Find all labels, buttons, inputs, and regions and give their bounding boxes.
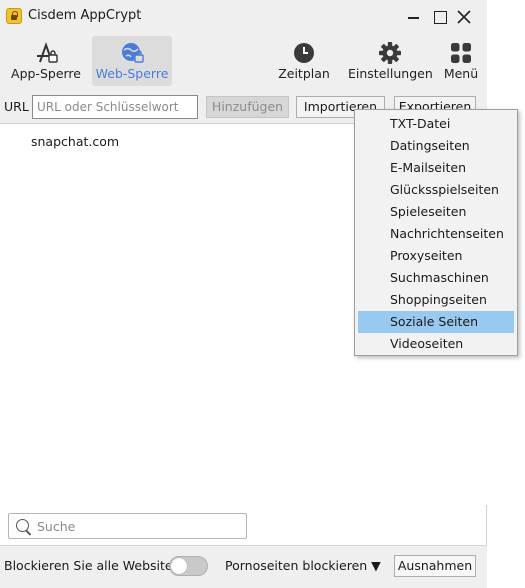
globe-lock-icon — [122, 43, 144, 63]
app-lock-icon — [6, 8, 22, 24]
menu-item-video[interactable]: Videoseiten — [358, 333, 514, 355]
search-input[interactable]: Suche — [8, 513, 247, 539]
menu-item-search-engines[interactable]: Suchmaschinen — [358, 267, 514, 289]
menu-item-txt-file[interactable]: TXT-Datei — [358, 113, 514, 135]
porn-block-dropdown[interactable]: Pornoseiten blockieren ▼ — [225, 558, 381, 573]
exceptions-button[interactable]: Ausnahmen — [394, 555, 476, 577]
menu-item-gambling[interactable]: Glücksspielseiten — [358, 179, 514, 201]
url-input[interactable] — [32, 95, 198, 119]
import-menu: TXT-Datei Datingseiten E-Mailseiten Glüc… — [354, 109, 518, 356]
url-label: URL — [4, 99, 29, 114]
bottom-bar: Blockieren Sie alle Websites Pornoseiten… — [0, 545, 487, 588]
tab-settings[interactable]: Einstellungen — [348, 36, 433, 86]
toolbar: App-Sperre Web-Sperre Zeitplan Einstellu… — [0, 34, 487, 88]
menu-item-games[interactable]: Spieleseiten — [358, 201, 514, 223]
tab-schedule-label: Zeitplan — [278, 66, 330, 81]
list-item[interactable]: snapchat.com — [31, 134, 119, 149]
block-all-toggle[interactable] — [169, 556, 208, 576]
toggle-knob — [171, 558, 187, 574]
menu-item-shopping[interactable]: Shoppingseiten — [358, 289, 514, 311]
tab-web-block[interactable]: Web-Sperre — [92, 36, 172, 86]
close-icon — [457, 10, 471, 24]
block-all-label: Blockieren Sie alle Websites — [4, 558, 180, 573]
menu-item-dating[interactable]: Datingseiten — [358, 135, 514, 157]
app-block-icon — [37, 42, 58, 63]
search-icon — [16, 519, 29, 532]
menu-item-news[interactable]: Nachrichtenseiten — [358, 223, 514, 245]
search-placeholder: Suche — [37, 519, 76, 534]
menu-item-email[interactable]: E-Mailseiten — [358, 157, 514, 179]
close-button[interactable] — [455, 8, 473, 26]
tab-menu[interactable]: Menü — [440, 36, 482, 86]
maximize-button[interactable] — [431, 8, 449, 26]
clock-icon — [294, 43, 314, 63]
tab-menu-label: Menü — [443, 66, 479, 81]
tab-settings-label: Einstellungen — [348, 66, 433, 81]
window-title: Cisdem AppCrypt — [28, 8, 142, 23]
grid-menu-icon — [451, 43, 471, 63]
menu-item-proxy[interactable]: Proxyseiten — [358, 245, 514, 267]
tab-app-block-label: App-Sperre — [11, 66, 81, 81]
tab-schedule[interactable]: Zeitplan — [274, 36, 334, 86]
add-button[interactable]: Hinzufügen — [206, 96, 289, 118]
minimize-button[interactable] — [405, 8, 423, 26]
tab-web-block-label: Web-Sperre — [95, 66, 169, 81]
gear-icon — [379, 42, 401, 64]
menu-item-social[interactable]: Soziale Seiten — [358, 311, 514, 333]
title-bar: Cisdem AppCrypt — [0, 0, 487, 34]
tab-app-block[interactable]: App-Sperre — [8, 36, 84, 86]
